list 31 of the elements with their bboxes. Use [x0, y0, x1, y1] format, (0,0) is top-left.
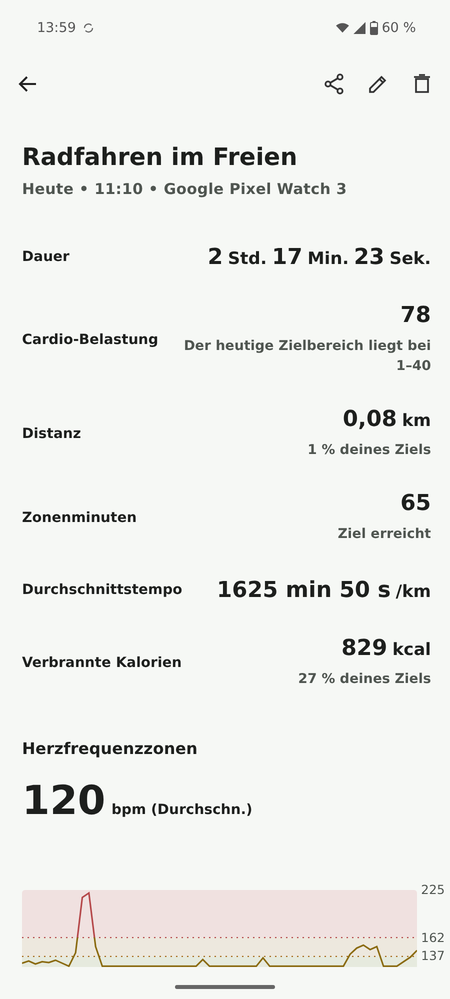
metric-label: Dauer: [22, 249, 70, 265]
signal-icon: [352, 22, 366, 34]
metric-note: 27 % deines Ziels: [298, 670, 431, 689]
heart-zones-heading: Herzfrequenzzonen: [22, 739, 198, 758]
metric-label: Cardio-Belastung: [22, 332, 158, 348]
metric-label: Distanz: [22, 426, 82, 442]
wifi-icon: [336, 22, 349, 34]
axis-tick-label: 162: [421, 930, 445, 946]
metric-value: 65: [400, 491, 431, 516]
metric-value: 829 kcal: [341, 636, 431, 661]
metric-value: 0,08 km: [342, 407, 431, 432]
sync-icon: [82, 22, 95, 34]
metric-note: Der heutige Zielbereich liegt bei 1–40: [182, 337, 431, 376]
metric-label: Zonenminuten: [22, 510, 137, 526]
battery-icon: [370, 21, 378, 35]
activity-subtitle: Heute • 11:10 • Google Pixel Watch 3: [22, 180, 348, 198]
metric-value: 78: [400, 303, 431, 328]
average-heart-rate: 120: [22, 778, 106, 824]
metric-label: Verbrannte Kalorien: [22, 654, 182, 670]
metric-value: 2 Std. 17 Min. 23 Sek.: [208, 244, 431, 270]
axis-tick-label: 137: [421, 948, 445, 964]
metric-value: 1625 min 50 s /km: [216, 578, 431, 602]
metric-label: Durchschnittstempo: [22, 582, 182, 598]
metric-note: 1 % deines Ziels: [307, 441, 431, 460]
share-icon[interactable]: [322, 72, 346, 96]
metric-note: Ziel erreicht: [338, 525, 431, 544]
axis-tick-label: 225: [421, 882, 445, 898]
battery-percent: 60 %: [382, 20, 416, 36]
activity-title: Radfahren im Freien: [22, 142, 298, 173]
status-time: 13:59: [37, 20, 76, 36]
average-heart-rate-unit: bpm (Durchschn.): [112, 802, 252, 818]
